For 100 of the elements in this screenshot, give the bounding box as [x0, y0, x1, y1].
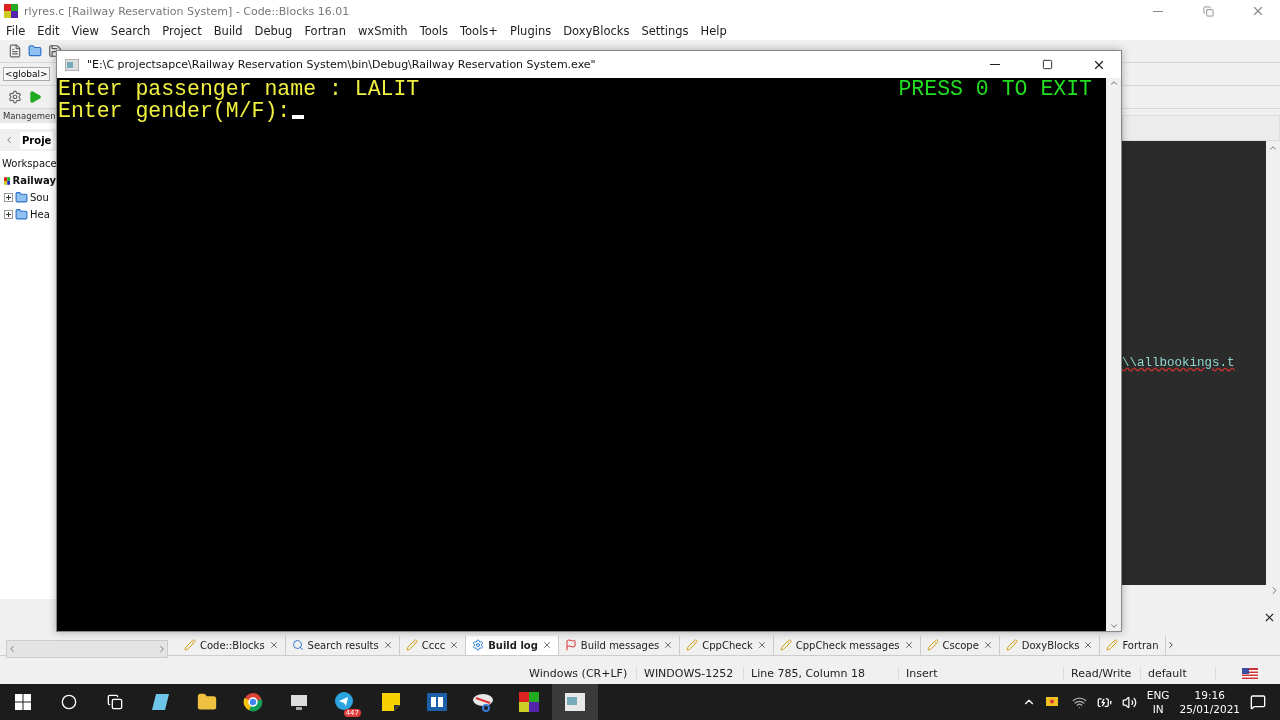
menu-item[interactable]: Build: [213, 24, 243, 38]
projects-tab[interactable]: Proje: [20, 131, 54, 149]
console-line: Enter passenger name : LALIT: [58, 78, 420, 100]
language-indicator[interactable]: ENG IN: [1146, 688, 1170, 716]
build-icon: [8, 90, 22, 104]
audio-logo: [427, 693, 447, 711]
clock[interactable]: 19:16 25/01/2021: [1179, 688, 1240, 716]
scrollbar[interactable]: [6, 640, 168, 658]
clock-date: 25/01/2021: [1179, 702, 1240, 716]
text-cursor: [292, 115, 305, 119]
pencil-icon: [779, 639, 792, 651]
menu-item[interactable]: Project: [162, 24, 202, 38]
menu-item[interactable]: Debug: [254, 24, 293, 38]
windows-logo: [15, 694, 31, 710]
flag-icon: [1242, 667, 1258, 679]
folder-icon: [15, 208, 28, 221]
volume-icon: [1121, 694, 1137, 710]
menu-item[interactable]: Plugins: [510, 24, 552, 38]
wifi-icon: [1071, 694, 1087, 710]
menu-item[interactable]: wxSmith: [357, 24, 408, 38]
folder-icon: [15, 191, 28, 204]
menu-item[interactable]: View: [71, 24, 99, 38]
scrollbar[interactable]: [1266, 141, 1280, 585]
close-icon[interactable]: [756, 640, 767, 650]
expand-toggle[interactable]: [4, 210, 13, 219]
panel-title: Managemen: [0, 109, 59, 123]
pencil-icon: [405, 639, 418, 651]
tree-item[interactable]: Railway: [12, 175, 56, 186]
close-icon[interactable]: [449, 640, 460, 650]
scissors-icon: [472, 692, 494, 712]
close-icon: [1251, 4, 1265, 18]
status-cell: Read/Write: [1064, 666, 1141, 680]
status-cell: WINDOWS-1252: [637, 666, 744, 680]
close-icon[interactable]: [382, 640, 393, 650]
close-icon[interactable]: [268, 640, 279, 650]
chevron-left-icon: [4, 135, 14, 145]
console-line: Enter gender(M/F):: [58, 100, 291, 122]
tree-item[interactable]: Hea: [30, 209, 50, 220]
status-cell: Insert: [899, 666, 1064, 680]
menu-item[interactable]: Tools: [419, 24, 448, 38]
restore-icon: [1202, 5, 1214, 17]
language-code: ENG: [1146, 688, 1170, 702]
menu-item[interactable]: Fortran: [304, 24, 346, 38]
status-cell: Line 785, Column 18: [744, 666, 899, 680]
maximize-icon: [1041, 59, 1053, 70]
pencil-icon: [184, 639, 196, 651]
minimize-icon: [990, 64, 1000, 65]
menu-item[interactable]: DoxyBlocks: [563, 24, 630, 38]
notepad-icon: [151, 692, 171, 712]
expand-toggle[interactable]: [4, 193, 13, 202]
close-icon[interactable]: [663, 640, 674, 650]
menu-item[interactable]: Search: [110, 24, 151, 38]
chevron-up-icon: [1268, 143, 1278, 153]
run-icon: [28, 90, 42, 104]
console-icon: [65, 58, 79, 71]
workspace-label: Workspace: [2, 158, 57, 169]
window-title: rlyres.c [Railway Reservation System] - Code::Blocks 16.01: [24, 4, 351, 18]
sticky-note-icon: [382, 693, 400, 711]
open-folder-icon: [28, 44, 42, 58]
pencil-icon: [926, 639, 939, 651]
browser-icon: [243, 692, 263, 712]
flag-icon: [564, 639, 577, 651]
tree-item[interactable]: Sou: [30, 192, 49, 203]
new-file-icon: [8, 44, 22, 58]
chevron-up-icon: [1108, 78, 1119, 88]
monitor-icon: [289, 692, 309, 712]
search-icon: [291, 639, 304, 651]
console-icon: [565, 693, 585, 711]
status-cell: default: [1141, 666, 1216, 680]
notification-icon: [1250, 694, 1266, 710]
pencil-icon: [1106, 639, 1119, 651]
task-view-icon: [107, 694, 123, 710]
chevron-left-icon: [7, 644, 17, 654]
pencil-icon: [1005, 639, 1018, 651]
window-title: "E:\C projectsapce\Railway Reservation System\bin\Debug\Railway Reservation System.exe": [87, 58, 597, 71]
code-line: \\allbookings.t: [1122, 356, 1235, 370]
menu-item[interactable]: File: [6, 24, 26, 38]
menu-item[interactable]: Edit: [37, 24, 60, 38]
chevron-down-icon: [1108, 621, 1119, 631]
circle-icon: [61, 694, 77, 710]
menu-item[interactable]: Tools+: [460, 24, 498, 38]
console-app-icon[interactable]: [552, 684, 598, 720]
minimize-icon: [1153, 10, 1163, 12]
menu-item[interactable]: Settings: [641, 24, 689, 38]
clock-time: 19:16: [1194, 688, 1225, 702]
pencil-icon: [686, 639, 699, 651]
menu-item[interactable]: Help: [700, 24, 727, 38]
scope-field[interactable]: <global>: [3, 67, 50, 81]
status-cell: Windows (CR+LF): [522, 666, 637, 680]
scrollbar[interactable]: [1106, 78, 1121, 631]
close-icon[interactable]: [982, 640, 993, 650]
chevron-right-icon: [157, 644, 167, 654]
close-icon[interactable]: [903, 640, 914, 650]
close-icon[interactable]: [541, 640, 552, 650]
close-icon[interactable]: [1083, 640, 1094, 650]
exit-hint: PRESS 0 TO EXIT: [898, 78, 1092, 100]
blocks-logo: [519, 692, 539, 712]
app-logo: [4, 4, 18, 18]
log-tab[interactable]: Build log: [466, 635, 559, 655]
gear-icon: [472, 639, 485, 651]
